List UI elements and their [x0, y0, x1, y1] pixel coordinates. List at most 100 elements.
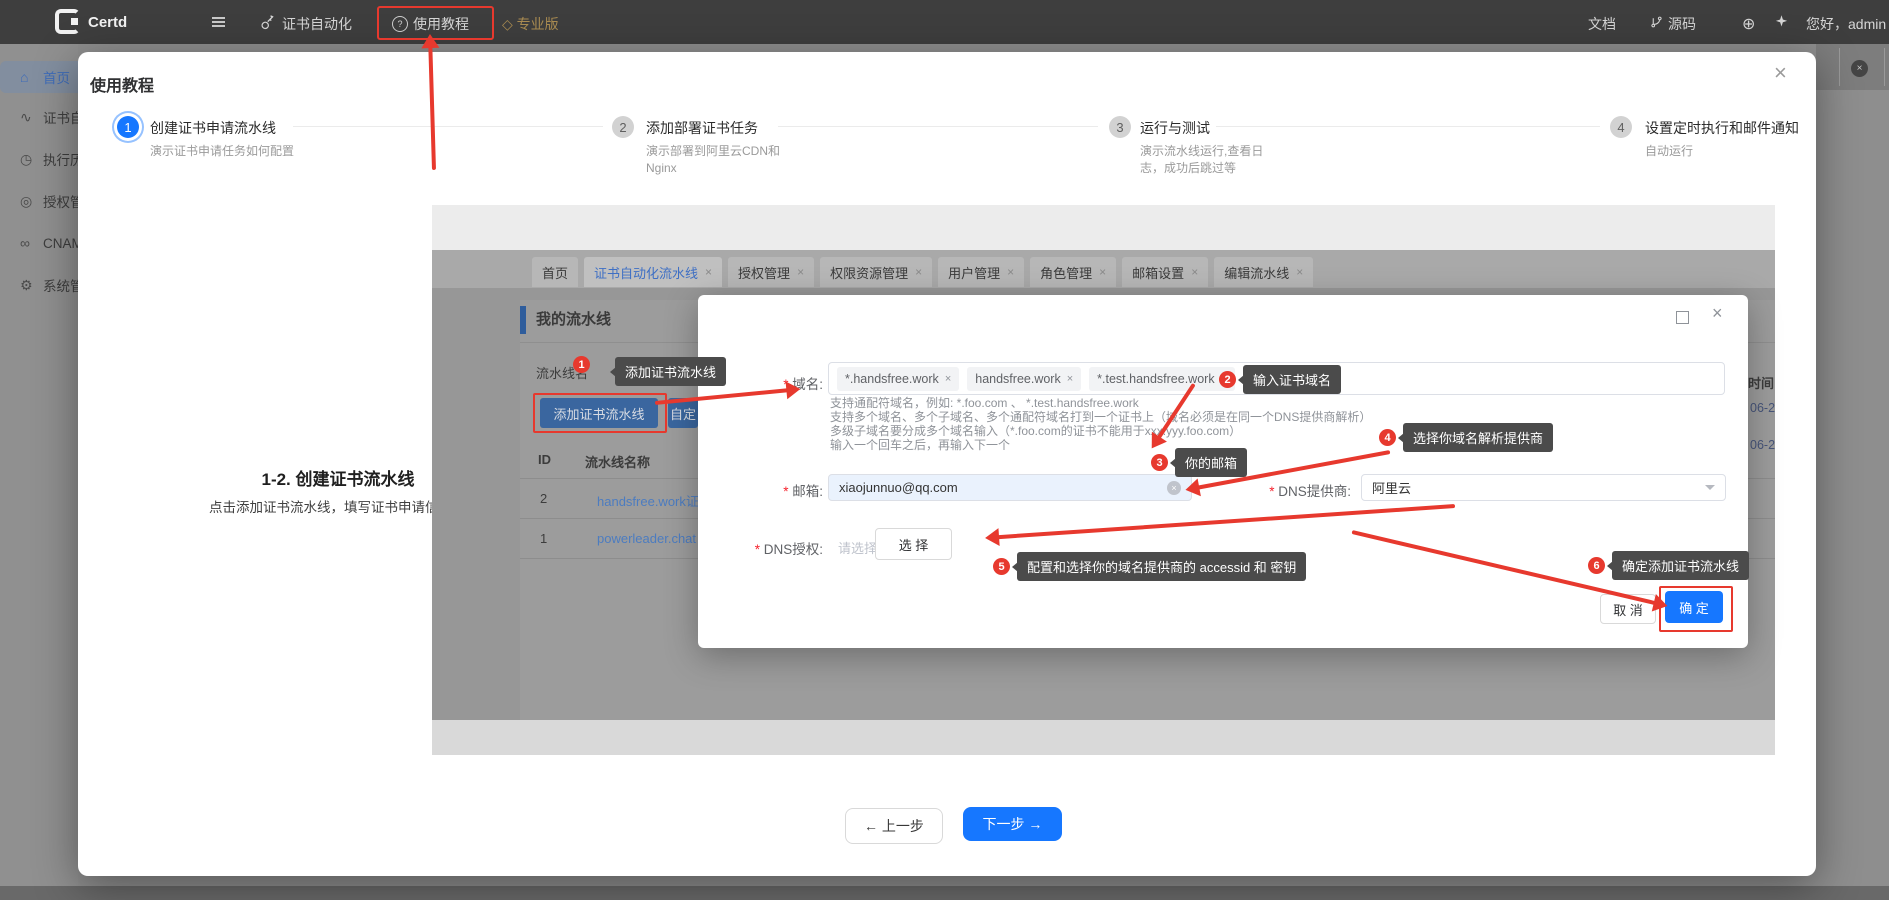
modal-close-icon[interactable]: ×: [1774, 60, 1787, 86]
nav-docs[interactable]: 文档: [1588, 14, 1616, 34]
step-1-circle: 1: [117, 116, 139, 138]
dns-provider-label: DNS提供商:: [1236, 480, 1351, 500]
step-connector: [293, 126, 603, 127]
add-pipeline-dialog: × 域名: *.handsfree.work handsfree.work *.…: [698, 295, 1748, 648]
clock-icon: ◷: [20, 151, 35, 168]
sparkle-icon[interactable]: [1774, 14, 1789, 32]
row-time: 06-2: [1750, 438, 1775, 452]
card-accent-bar: [520, 306, 526, 334]
sidebar-item-cert-automation[interactable]: ∿证书自: [0, 101, 78, 133]
app-root: Certd 证书自动化 ? 使用教程 ◇ 专业版 文档 源码 ⊕ 您好，admi…: [0, 0, 1889, 900]
target-icon: ◎: [20, 193, 35, 210]
prev-step-button[interactable]: ← 上一步: [845, 808, 943, 844]
annotation-box-ok-button: [1659, 586, 1733, 632]
nav-pro-edition[interactable]: ◇ 专业版: [502, 14, 559, 34]
tab-permission: 权限资源管理: [820, 257, 932, 287]
step-connector: [778, 126, 1098, 127]
annotation-badge-1: 1: [573, 356, 590, 373]
dns-auth-placeholder: 请选择: [838, 538, 877, 557]
tab-home: 首页: [532, 257, 578, 287]
step-3-circle: 3: [1109, 116, 1131, 138]
pipeline-card-title: 我的流水线: [536, 308, 611, 329]
screenshot-header-strip: [432, 205, 1775, 250]
tab-authorization: 授权管理: [728, 257, 814, 287]
sidebar-item-cname[interactable]: ∞CNAME: [0, 227, 78, 259]
annotation-badge-3: 3: [1151, 454, 1168, 471]
globe-icon[interactable]: ⊕: [1742, 14, 1755, 34]
row-id: 1: [540, 531, 547, 546]
domain-tag: *.test.handsfree.work: [1089, 367, 1235, 391]
clear-icon: ×: [1167, 481, 1181, 495]
user-greeting[interactable]: 您好，admin: [1806, 14, 1889, 34]
email-input: xiaojunnuo@qq.com ×: [828, 474, 1192, 501]
tutorial-step-body: 点击添加证书流水线，填写证书申请信息: [188, 496, 473, 516]
sidebar-collapse-icon[interactable]: [212, 15, 225, 29]
modal-title: 使用教程: [90, 72, 154, 96]
tab-divider: [1839, 48, 1840, 86]
domain-tag: handsfree.work: [967, 367, 1081, 391]
chart-icon: ∿: [20, 109, 35, 126]
domain-help-2: 支持多个域名、多个子域名、多个通配符域名打到一个证书上（域名必须是在同一个DNS…: [830, 410, 1371, 424]
sidebar-item-history[interactable]: ◷执行历: [0, 143, 78, 175]
screenshot-footer-strip: [432, 720, 1775, 755]
dns-auth-label: DNS授权:: [718, 538, 823, 558]
annotation-badge-5: 5: [993, 558, 1010, 575]
tab-cert-pipeline: 证书自动化流水线: [584, 257, 722, 287]
nav-source-code[interactable]: 源码: [1668, 14, 1696, 34]
annotation-tooltip-1: 添加证书流水线: [615, 357, 726, 386]
home-icon: ⌂: [20, 69, 35, 85]
tab-email-settings: 邮箱设置: [1122, 257, 1208, 287]
tab-roles: 角色管理: [1030, 257, 1116, 287]
tab-divider: [1884, 48, 1885, 86]
email-value: xiaojunnuo@qq.com: [839, 480, 958, 495]
step-title: 设置定时执行和邮件通知: [1645, 118, 1805, 138]
step-title: 运行与测试: [1140, 118, 1285, 138]
nav-cert-automation[interactable]: 证书自动化: [282, 14, 352, 34]
row-id: 2: [540, 491, 547, 506]
key-icon: [260, 15, 275, 33]
chevron-down-icon: [1705, 485, 1715, 490]
step-4: 设置定时执行和邮件通知 自动运行: [1645, 118, 1805, 160]
sidebar-item-home[interactable]: ⌂首页: [0, 61, 78, 93]
page-footer-band: [0, 886, 1889, 900]
tutorial-modal: 使用教程 × 1 创建证书申请流水线 演示证书申请任务如何配置 2 添加部署证书…: [78, 52, 1816, 876]
annotation-badge-6: 6: [1588, 557, 1605, 574]
step-4-circle: 4: [1610, 116, 1632, 138]
step-desc: 演示部署到阿里云CDN和Nginx: [646, 143, 801, 177]
col-header-id: ID: [538, 452, 551, 467]
col-header-time: 时间: [1748, 373, 1774, 392]
tab-edit-pipeline: 编辑流水线: [1214, 257, 1313, 287]
annotation-box-add-button: [533, 393, 667, 433]
git-branch-icon: [1650, 15, 1663, 32]
tutorial-step-heading: 1-2. 创建证书流水线: [238, 465, 438, 490]
annotation-badge-4: 4: [1379, 429, 1396, 446]
step-1: 创建证书申请流水线 演示证书申请任务如何配置: [150, 118, 300, 160]
pipeline-link: powerleader.chat: [597, 531, 699, 546]
domain-help-1: 支持通配符域名，例如: *.foo.com 、 *.test.handsfree…: [830, 396, 1139, 410]
next-step-button[interactable]: 下一步 →: [963, 807, 1062, 841]
annotation-badge-2: 2: [1219, 371, 1236, 388]
domain-tag: *.handsfree.work: [837, 367, 959, 391]
step-desc: 自动运行: [1645, 143, 1805, 160]
dialog-close-icon: ×: [1712, 303, 1723, 324]
email-field-label: 邮箱:: [718, 480, 823, 500]
row-time: 06-2: [1750, 401, 1775, 415]
domain-help-3: 多级子域名要分成多个域名输入（*.foo.com的证书不能用于xxx.yyy.f…: [830, 424, 1241, 438]
diamond-icon: ◇: [502, 16, 517, 32]
annotation-tooltip-2: 输入证书域名: [1243, 365, 1341, 394]
annotation-tooltip-3: 你的邮箱: [1175, 448, 1247, 477]
step-2-circle: 2: [612, 116, 634, 138]
sidebar-item-authorization[interactable]: ◎授权管: [0, 185, 78, 217]
tabs-close-all-icon[interactable]: ×: [1851, 60, 1868, 77]
fullscreen-icon: [1676, 311, 1689, 324]
step-title: 创建证书申请流水线: [150, 118, 300, 138]
col-header-name: 流水线名称: [585, 452, 650, 471]
certd-logo-icon: [55, 9, 80, 34]
pipeline-link: handsfree.work证: [597, 491, 699, 510]
tab-users: 用户管理: [938, 257, 1024, 287]
gear-icon: ⚙: [20, 277, 35, 294]
dns-auth-select-button: 选 择: [875, 528, 952, 560]
app-header: Certd 证书自动化 ? 使用教程 ◇ 专业版 文档 源码 ⊕ 您好，admi…: [0, 0, 1889, 44]
sidebar-item-system[interactable]: ⚙系统管: [0, 269, 78, 301]
annotation-tooltip-5: 配置和选择你的域名提供商的 accessid 和 密钥: [1017, 552, 1306, 581]
